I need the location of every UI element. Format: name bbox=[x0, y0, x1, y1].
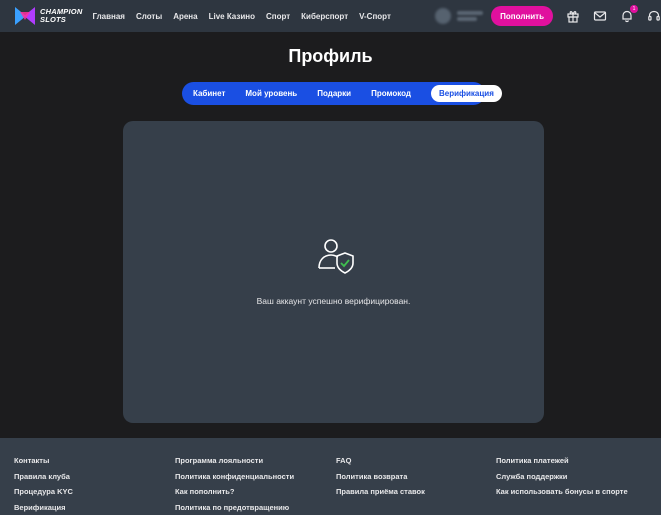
footer-link-refund-policy[interactable]: Политика возврата bbox=[336, 472, 425, 488]
footer-link-sport-bonuses[interactable]: Как использовать бонусы в спорте bbox=[496, 487, 628, 503]
verified-user-icon bbox=[316, 235, 356, 275]
footer-column-3: FAQ Политика возврата Правила приёма ста… bbox=[336, 456, 425, 503]
nav-item-live-casino[interactable]: Live Казино bbox=[209, 12, 255, 21]
page-title: Профиль bbox=[288, 46, 373, 66]
main-nav: Главная Слоты Арена Live Казино Спорт Ки… bbox=[92, 12, 401, 21]
footer-link-support[interactable]: Служба поддержки bbox=[496, 472, 628, 488]
profile-tabs: Кабинет Мой уровень Подарки Промокод Вер… bbox=[182, 82, 502, 105]
nav-item-home[interactable]: Главная bbox=[92, 12, 125, 21]
top-header: CHAMPION SLOTS Главная Слоты Арена Live … bbox=[0, 0, 661, 32]
tab-my-level[interactable]: Мой уровень bbox=[245, 89, 297, 98]
gift-icon[interactable] bbox=[566, 9, 580, 23]
tab-gifts[interactable]: Подарки bbox=[317, 89, 351, 98]
footer-link-verification[interactable]: Верификация bbox=[14, 503, 73, 515]
footer-link-contacts[interactable]: Контакты bbox=[14, 456, 73, 472]
tab-promocode[interactable]: Промокод bbox=[371, 89, 411, 98]
verification-panel: Ваш аккаунт успешно верифицирован. bbox=[123, 121, 544, 423]
verification-message: Ваш аккаунт успешно верифицирован. bbox=[256, 296, 411, 306]
avatar bbox=[434, 8, 451, 24]
nav-item-esports[interactable]: Киберспорт bbox=[301, 12, 348, 21]
footer-link-kyc[interactable]: Процедура KYC bbox=[14, 487, 73, 503]
nav-item-slots[interactable]: Слоты bbox=[136, 12, 162, 21]
footer-link-payment-policy[interactable]: Политика платежей bbox=[496, 456, 628, 472]
footer-link-how-to-deposit[interactable]: Как пополнить? bbox=[175, 487, 294, 503]
nav-item-sport[interactable]: Спорт bbox=[266, 12, 290, 21]
footer-column-4: Политика платежей Служба поддержки Как и… bbox=[496, 456, 628, 503]
headset-icon[interactable] bbox=[647, 9, 661, 23]
nav-item-vsport[interactable]: V-Спорт bbox=[359, 12, 391, 21]
deposit-button[interactable]: Пополнить bbox=[491, 6, 553, 26]
tab-verification[interactable]: Верификация bbox=[430, 85, 502, 102]
footer-link-privacy[interactable]: Политика конфиденциальности bbox=[175, 472, 294, 488]
footer-link-club-rules[interactable]: Правила клуба bbox=[14, 472, 73, 488]
footer: Контакты Правила клуба Процедура KYC Вер… bbox=[0, 438, 661, 515]
footer-column-1: Контакты Правила клуба Процедура KYC Вер… bbox=[14, 456, 73, 515]
nav-item-arena[interactable]: Арена bbox=[173, 12, 197, 21]
footer-link-loyalty[interactable]: Программа лояльности bbox=[175, 456, 294, 472]
footer-column-2: Программа лояльности Политика конфиденци… bbox=[175, 456, 294, 515]
logo-line2: SLOTS bbox=[40, 15, 67, 24]
footer-link-betting-rules[interactable]: Правила приёма ставок bbox=[336, 487, 425, 503]
footer-link-prevention-policy[interactable]: Политика по предотвращению bbox=[175, 503, 294, 515]
logo[interactable]: CHAMPION SLOTS bbox=[14, 6, 82, 26]
mail-icon[interactable] bbox=[593, 9, 607, 23]
notification-badge: 1 bbox=[630, 5, 638, 13]
bell-icon[interactable]: 1 bbox=[620, 5, 638, 23]
logo-mark-icon bbox=[14, 6, 36, 26]
tab-cabinet[interactable]: Кабинет bbox=[193, 89, 225, 98]
footer-link-faq[interactable]: FAQ bbox=[336, 456, 425, 472]
user-account[interactable] bbox=[434, 8, 485, 24]
